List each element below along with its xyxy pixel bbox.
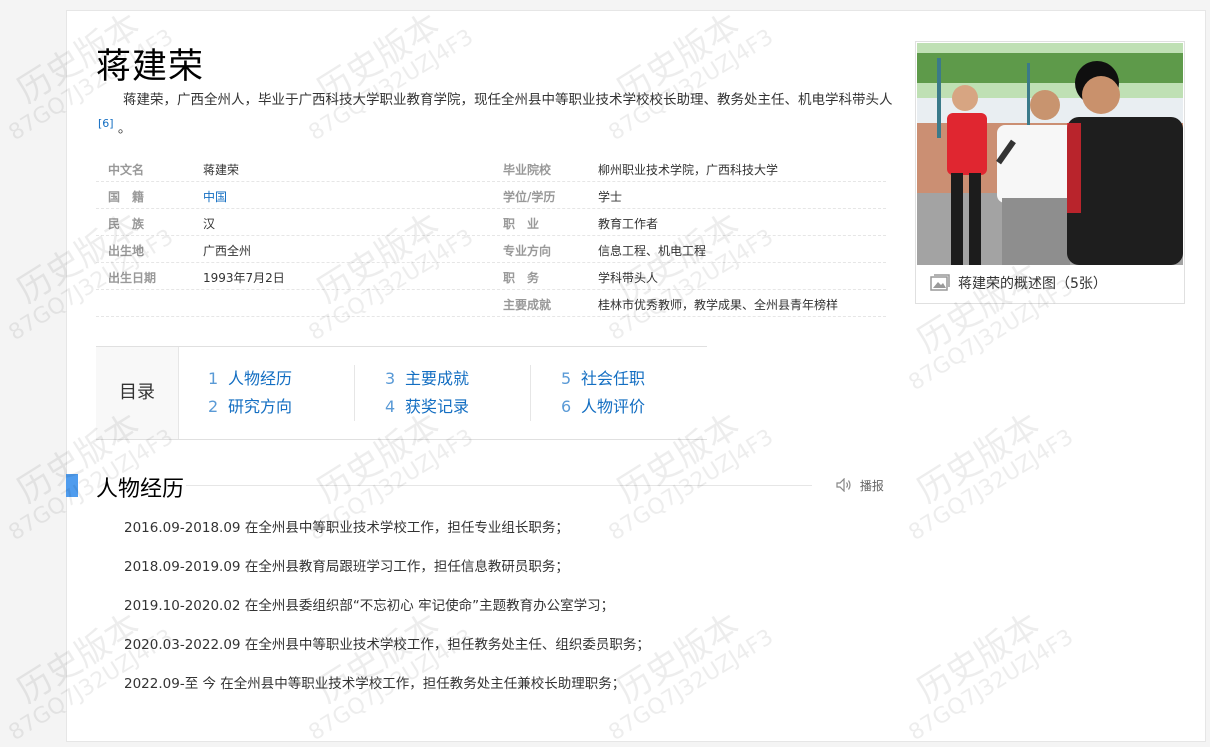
section-accent-bar [66,474,78,497]
info-label: 专业方向 [503,244,552,258]
section-divider [186,485,812,486]
info-value: 信息工程、机电工程 [598,244,707,258]
info-label: 出生日期 [108,271,157,285]
summary-photo[interactable] [917,43,1183,265]
catalog-title: 目录 [96,347,179,439]
catalog-num: 4 [385,397,396,416]
info-value: 汉 [203,217,216,231]
experience-paragraph: 2020.03-2022.09 在全州县中等职业技术学校工作，担任教务处主任、组… [124,637,650,653]
catalog-num: 2 [208,397,219,416]
catalog-label: 人物评价 [581,397,646,416]
catalog-label: 研究方向 [228,397,293,416]
catalog-label: 获奖记录 [405,397,470,416]
catalog-num: 6 [561,397,572,416]
catalog-column: 3 主要成就 4 获奖记录 [354,365,531,421]
info-row: 主要成就 桂林市优秀教师，教学成果、全州县青年榜样 [96,290,886,317]
catalog-label: 主要成就 [405,369,470,388]
summary-text: 蒋建荣，广西全州人，毕业于广西科技大学职业教育学院，现任全州县中等职业技术学校校… [123,92,893,108]
section-title: 人物经历 [96,477,185,502]
nationality-link[interactable]: 中国 [203,188,227,205]
catalog-column: 1 人物经历 2 研究方向 [178,365,354,421]
info-row: 民 族 汉 职 业 教育工作者 [96,209,886,236]
info-label: 主要成就 [503,298,552,312]
catalog-num: 1 [208,369,219,388]
info-label: 国 籍 [108,190,145,204]
info-label: 学位/学历 [503,190,556,204]
summary-end: 。 [117,120,132,137]
lemma-summary: 蒋建荣，广西全州人，毕业于广西科技大学职业教育学院，现任全州县中等职业技术学校校… [96,88,896,141]
info-value: 1993年7月2日 [203,271,285,285]
catalog-item[interactable]: 2 研究方向 [178,393,354,421]
catalog-item[interactable]: 6 人物评价 [531,393,707,421]
picture-caption[interactable]: 蒋建荣的概述图（5张） [930,273,1107,296]
info-label: 职 业 [503,217,540,231]
info-label: 毕业院校 [503,163,552,177]
catalog-label: 人物经历 [228,369,293,388]
info-value: 桂林市优秀教师，教学成果、全州县青年榜样 [598,298,839,312]
info-label: 职 务 [503,271,540,285]
catalog: 目录 1 人物经历 2 研究方向 3 主要成就 4 获奖记录 5 社会任职 6 人物评价 [96,346,707,440]
info-label: 民 族 [108,217,145,231]
catalog-item[interactable]: 1 人物经历 [178,365,354,393]
catalog-label: 社会任职 [581,369,646,388]
info-value: 柳州职业技术学院，广西科技大学 [598,163,779,177]
photo-image [917,43,1183,265]
catalog-column: 5 社会任职 6 人物评价 [530,365,707,421]
catalog-num: 5 [561,369,572,388]
info-label: 出生地 [108,244,145,258]
info-value: 蒋建荣 [203,163,240,177]
info-label: 中文名 [108,163,145,177]
album-icon [930,274,950,296]
info-value: 广西全州 [203,244,252,258]
info-value: 教育工作者 [598,217,659,231]
summary-picture[interactable]: 蒋建荣的概述图（5张） [915,41,1185,304]
basic-info-table: 中文名 蒋建荣 毕业院校 柳州职业技术学院，广西科技大学 国 籍 中国 学位/学… [96,155,886,317]
page-title: 蒋建荣 [96,47,205,87]
experience-paragraph: 2018.09-2019.09 在全州县教育局跟班学习工作，担任信息教研员职务； [124,559,569,575]
info-value: 学士 [598,190,623,204]
picture-caption-text: 蒋建荣的概述图（5张） [958,276,1107,292]
catalog-item[interactable]: 5 社会任职 [531,365,707,393]
catalog-num: 3 [385,369,396,388]
speaker-icon [836,477,856,493]
catalog-item[interactable]: 4 获奖记录 [355,393,531,421]
info-row: 出生日期 1993年7月2日 职 务 学科带头人 [96,263,886,290]
catalog-item[interactable]: 3 主要成就 [355,365,531,393]
info-row: 国 籍 中国 学位/学历 学士 [96,182,886,209]
info-row: 出生地 广西全州 专业方向 信息工程、机电工程 [96,236,886,263]
audio-play-button[interactable]: 播报 [836,477,884,494]
experience-paragraph: 2022.09-至 今 在全州县中等职业技术学校工作，担任教务处主任兼校长助理职… [124,676,626,692]
experience-paragraph: 2019.10-2020.02 在全州县委组织部“不忘初心 牢记使命”主题教育办… [124,598,615,614]
info-row: 中文名 蒋建荣 毕业院校 柳州职业技术学院，广西科技大学 [96,155,886,182]
experience-paragraph: 2016.09-2018.09 在全州县中等职业技术学校工作，担任专业组长职务； [124,520,569,536]
audio-label: 播报 [859,479,884,493]
info-value: 学科带头人 [598,271,659,285]
reference-link[interactable]: [6] [98,117,114,130]
